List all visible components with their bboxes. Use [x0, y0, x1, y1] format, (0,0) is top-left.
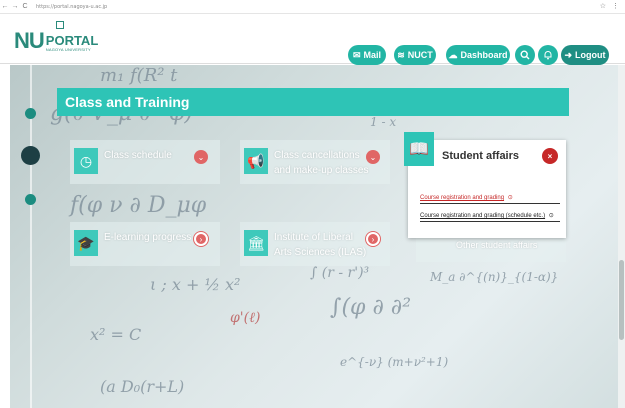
- dashboard-button[interactable]: ☁ Dashboard: [446, 45, 510, 65]
- link-label[interactable]: Course registration and grading (schedul…: [420, 213, 545, 219]
- scribble: ∫ (r - r')³: [310, 265, 370, 281]
- book-icon: 📖: [404, 132, 434, 166]
- logo-mark-icon: [56, 21, 64, 29]
- tile-label: Class cancellations and make-up classes: [274, 150, 369, 176]
- scribble: (a D₀(r+L): [100, 377, 185, 396]
- logo-university-text: NAGOYA UNIVERSITY: [45, 47, 91, 52]
- scribble: ∫(φ ∂ ∂²: [330, 295, 412, 320]
- nuct-icon: ≋: [397, 49, 405, 60]
- chevron-down-icon[interactable]: ⌄: [194, 150, 208, 164]
- logo-portal-block: PORTAL NAGOYA UNIVERSITY: [46, 34, 98, 52]
- forward-icon[interactable]: →: [10, 3, 20, 10]
- tile-label: Other student affairs: [456, 240, 538, 250]
- logo-nu-text: NU: [14, 28, 45, 53]
- mail-label: Mail: [363, 50, 382, 60]
- megaphone-icon: 📢: [244, 148, 268, 174]
- bell-icon: [544, 51, 552, 60]
- tile-class-cancellations[interactable]: 📢 Class cancellations and make-up classe…: [240, 140, 390, 184]
- browser-menu-icon[interactable]: ⋮: [612, 2, 619, 10]
- back-icon[interactable]: ←: [0, 3, 10, 10]
- logout-label: Logout: [575, 50, 606, 60]
- page-scrollbar[interactable]: [618, 65, 625, 408]
- scribble: x² = C: [90, 325, 142, 344]
- scribble: m₁ f(R² t: [100, 65, 178, 86]
- site-header: NU PORTAL NAGOYA UNIVERSITY ✉ Mail ≋ NUC…: [0, 14, 625, 65]
- mail-icon: ✉: [352, 49, 361, 60]
- scribble: φ'(ℓ): [230, 310, 261, 326]
- tile-label: Institute of Liberal Arts Sciences (ILAS…: [274, 232, 367, 258]
- tile-label: Class schedule: [104, 150, 172, 161]
- nu-portal-logo[interactable]: NU PORTAL NAGOYA UNIVERSITY: [14, 21, 98, 53]
- address-bar[interactable]: https://portal.nagoya-u.ac.jp: [36, 4, 107, 10]
- tile-ilas[interactable]: 🏛 Institute of Liberal Arts Sciences (IL…: [240, 222, 390, 266]
- mail-button[interactable]: ✉ Mail: [348, 45, 386, 65]
- link-course-registration[interactable]: Course registration and grading ⊙: [420, 194, 560, 204]
- nuct-button[interactable]: ≋ NUCT: [394, 45, 436, 65]
- scribble: f(φ ν ∂ D_μφ: [70, 193, 207, 218]
- institution-icon: 🏛: [244, 230, 268, 256]
- search-button[interactable]: [515, 45, 535, 65]
- logout-button[interactable]: ➜ Logout: [561, 45, 609, 65]
- dashboard-label: Dashboard: [460, 50, 508, 60]
- close-icon[interactable]: ×: [542, 148, 558, 164]
- arrow-right-circle-icon[interactable]: ›: [194, 232, 208, 246]
- clock-icon: ◷: [74, 148, 98, 174]
- tile-class-schedule[interactable]: ◷ Class schedule ⌄: [70, 140, 220, 184]
- link-label[interactable]: Course registration and grading: [420, 195, 504, 201]
- reload-icon[interactable]: C: [20, 3, 30, 10]
- bookmark-star-icon[interactable]: ☆: [600, 2, 606, 10]
- scribble: M_a ∂^{(n)}_{(1-α)}: [430, 270, 559, 284]
- scribble: e^{-ν} (m+ν²+1): [340, 355, 449, 369]
- search-icon: [520, 50, 530, 60]
- chevron-down-icon[interactable]: ⌄: [366, 150, 380, 164]
- logout-icon: ➜: [564, 49, 573, 60]
- logo-portal-text: PORTAL: [45, 33, 99, 48]
- external-link-icon: ⊙: [507, 195, 513, 201]
- dashboard-icon: ☁: [448, 49, 458, 60]
- browser-toolbar: ← → C https://portal.nagoya-u.ac.jp ☆ ⋮: [0, 0, 625, 14]
- nav-dot[interactable]: [25, 108, 36, 119]
- tile-e-learning-progress[interactable]: 🎓 E-learning progress ›: [70, 222, 220, 266]
- nav-dot[interactable]: [25, 194, 36, 205]
- external-link-icon: ⊙: [548, 213, 554, 219]
- section-title-bar: Class and Training: [57, 88, 569, 116]
- notification-button[interactable]: [538, 45, 558, 65]
- tile-label: E-learning progress: [104, 232, 192, 243]
- student-affairs-popup: 📖 Student affairs × Course registration …: [404, 132, 566, 238]
- scribble: 1 - x: [370, 115, 397, 129]
- browser-actions: ☆ ⋮: [600, 2, 619, 10]
- link-course-registration-schedule[interactable]: Course registration and grading (schedul…: [420, 212, 560, 222]
- nuct-label: NUCT: [407, 50, 433, 60]
- section-title: Class and Training: [65, 94, 190, 110]
- scribble: ι ; x + ½ x²: [150, 275, 241, 294]
- arrow-right-circle-icon[interactable]: ›: [366, 232, 380, 246]
- popup-title: Student affairs: [442, 150, 520, 162]
- scrollbar-thumb[interactable]: [619, 260, 624, 340]
- nav-dot-active[interactable]: [21, 146, 40, 165]
- graduation-cap-icon: 🎓: [74, 230, 98, 256]
